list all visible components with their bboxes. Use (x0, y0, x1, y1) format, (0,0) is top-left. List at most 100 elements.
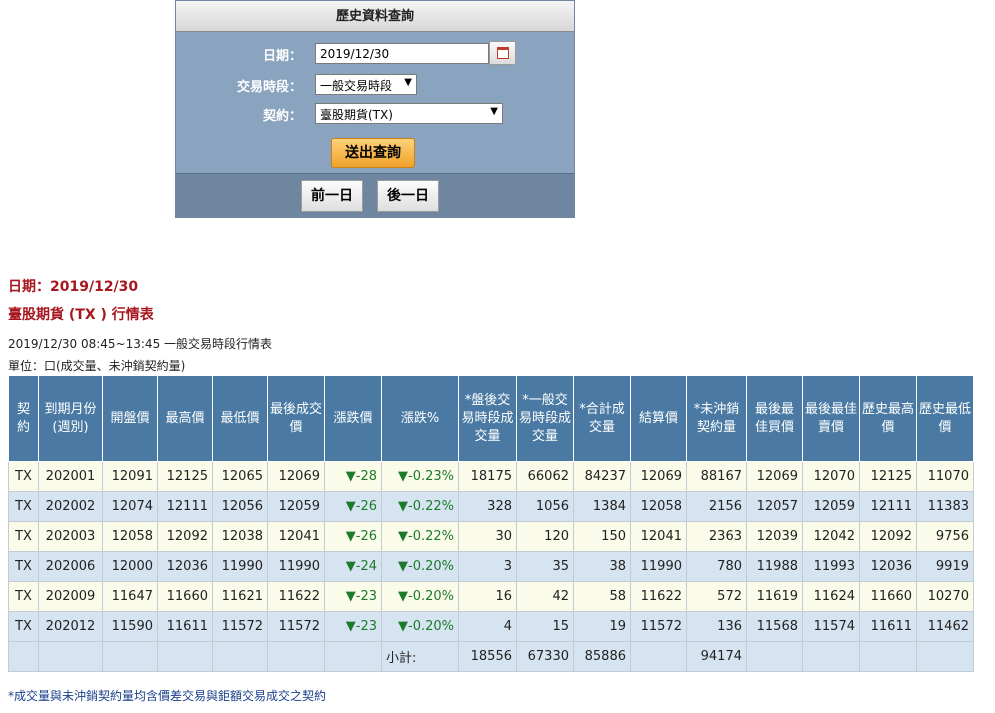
column-header: 最後最佳買價 (746, 375, 803, 462)
table-cell: 11611 (859, 611, 917, 642)
futures-quotes-table: 契約 到期月份(週別) 開盤價 最高價 最低價 最後成交價 漲跌價 漲跌% *盤後交易時段成交量… (8, 375, 974, 672)
column-header: 歷史最高價 (859, 375, 917, 462)
table-cell: 12041 (630, 521, 687, 552)
report-session-line: 2019/12/30 08:45~13:45 一般交易時段行情表 (8, 337, 273, 351)
session-label: 交易時段： (236, 80, 302, 95)
report-contract-heading: 臺股期貨 (TX ) 行情表 (8, 307, 154, 323)
contract-row: 契約： 臺股期貨(TX) ▼ (176, 103, 574, 125)
table-cell (38, 641, 103, 672)
calendar-button[interactable] (489, 41, 516, 65)
subtotal-label: 小計: (381, 641, 459, 672)
column-header: 契約 (8, 375, 39, 462)
table-cell: 9919 (916, 551, 974, 582)
table-cell: 3 (458, 551, 517, 582)
table-cell: ▼-0.20% (381, 611, 459, 642)
table-cell: ▼-0.22% (381, 491, 459, 522)
table-cell: 11990 (267, 551, 325, 582)
table-cell: 10270 (916, 581, 974, 612)
table-cell: 11611 (157, 611, 213, 642)
table-cell: 11572 (212, 611, 268, 642)
table-row: TX 202003 12058 12092 12038 12041 ▼-26 ▼-0.22% 3… (8, 521, 974, 552)
table-cell: TX (8, 581, 39, 612)
table-cell: 9756 (916, 521, 974, 552)
table-cell: 136 (686, 611, 747, 642)
table-cell: 12092 (157, 521, 213, 552)
contract-select[interactable]: 臺股期貨(TX) ▼ (315, 103, 503, 124)
table-row: TX 202009 11647 11660 11621 11622 ▼-23 ▼-0.20% 1… (8, 581, 974, 612)
subtotal-value: 85886 (573, 641, 631, 672)
table-row: TX 202012 11590 11611 11572 11572 ▼-23 ▼-0.20% 4… (8, 611, 974, 642)
table-cell (102, 641, 158, 672)
submit-query-button[interactable]: 送出查詢 (331, 138, 415, 168)
table-cell: ▼-28 (324, 461, 382, 492)
column-header: 最低價 (212, 375, 268, 462)
column-header: 開盤價 (102, 375, 158, 462)
table-cell: ▼-24 (324, 551, 382, 582)
table-cell: TX (8, 521, 39, 552)
table-cell: 328 (458, 491, 517, 522)
table-cell: 202001 (38, 461, 103, 492)
table-cell: ▼-26 (324, 491, 382, 522)
table-cell: 12125 (157, 461, 213, 492)
previous-day-button[interactable]: 前一日 (301, 180, 363, 212)
table-cell: TX (8, 611, 39, 642)
table-cell: 19 (573, 611, 631, 642)
table-cell: 11660 (859, 581, 917, 612)
table-cell: 1384 (573, 491, 631, 522)
column-header: 歷史最低價 (916, 375, 974, 462)
table-cell: 12041 (267, 521, 325, 552)
table-cell: 12074 (102, 491, 158, 522)
table-cell: 11622 (267, 581, 325, 612)
column-header: 結算價 (630, 375, 687, 462)
table-cell: ▼-0.20% (381, 581, 459, 612)
table-cell: 11622 (630, 581, 687, 612)
date-row: 日期： (176, 41, 574, 65)
table-cell: 11647 (102, 581, 158, 612)
table-cell: 12069 (630, 461, 687, 492)
column-header: *一般交易時段成交量 (516, 375, 574, 462)
table-cell: 12069 (746, 461, 803, 492)
table-cell (802, 641, 860, 672)
table-cell: TX (8, 551, 39, 582)
table-cell: 202003 (38, 521, 103, 552)
table-cell: ▼-23 (324, 581, 382, 612)
table-cell (8, 641, 39, 672)
table-cell: 15 (516, 611, 574, 642)
table-cell: 12059 (802, 491, 860, 522)
next-day-button[interactable]: 後一日 (377, 180, 439, 212)
table-cell (324, 641, 382, 672)
table-cell: 12092 (859, 521, 917, 552)
table-cell: 58 (573, 581, 631, 612)
table-row: TX 202001 12091 12125 12065 12069 ▼-28 ▼-0.23% 1… (8, 461, 974, 492)
table-cell: TX (8, 461, 39, 492)
table-cell: 12058 (630, 491, 687, 522)
table-cell: 12056 (212, 491, 268, 522)
subtotal-value: 94174 (686, 641, 747, 672)
table-cell: 12069 (267, 461, 325, 492)
table-cell: TX (8, 491, 39, 522)
table-cell: ▼-0.22% (381, 521, 459, 552)
column-header: *盤後交易時段成交量 (458, 375, 517, 462)
subtotal-row: 小計: 18556 67330 85886 94174 (8, 641, 974, 672)
table-cell: 11574 (802, 611, 860, 642)
column-header: *合計成交量 (573, 375, 631, 462)
table-cell: 12091 (102, 461, 158, 492)
table-cell: 84237 (573, 461, 631, 492)
table-cell: 2156 (686, 491, 747, 522)
column-header: 到期月份(週別) (38, 375, 103, 462)
dropdown-arrow-icon: ▼ (490, 106, 498, 117)
table-body: TX 202001 12091 12125 12065 12069 ▼-28 ▼-0.23% 1… (8, 461, 974, 672)
table-cell: 150 (573, 521, 631, 552)
table-cell: 11619 (746, 581, 803, 612)
subtotal-value: 67330 (516, 641, 574, 672)
table-cell: 38 (573, 551, 631, 582)
table-cell: 16 (458, 581, 517, 612)
column-header: *未沖銷契約量 (686, 375, 747, 462)
table-cell (157, 641, 213, 672)
session-select[interactable]: 一般交易時段 ▼ (315, 74, 417, 95)
contract-select-value: 臺股期貨(TX) (320, 108, 393, 122)
date-input[interactable] (315, 43, 489, 64)
table-cell: 12000 (102, 551, 158, 582)
report-date-heading: 日期：2019/12/30 (8, 279, 139, 295)
table-cell: 11621 (212, 581, 268, 612)
